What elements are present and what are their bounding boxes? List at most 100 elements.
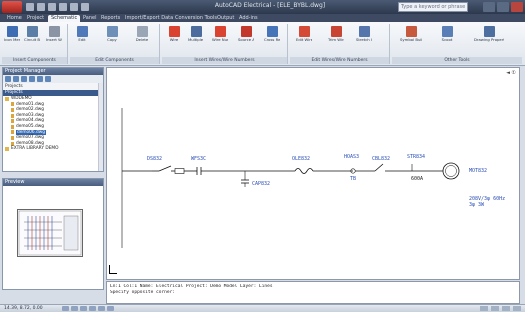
grid-toggle[interactable] bbox=[71, 306, 78, 311]
snap-toggle[interactable] bbox=[62, 306, 69, 311]
label-ct: STR834 bbox=[407, 154, 426, 160]
copy-icon bbox=[106, 26, 118, 37]
symbol-builder-button[interactable]: Symbol Builder bbox=[400, 26, 422, 54]
project-properties-icon[interactable] bbox=[37, 76, 43, 82]
panel-other-tools: Symbol Builder Scoot Drawing Properties … bbox=[392, 24, 522, 64]
coordinate-readout: 14.39, 8.72, 0.00 bbox=[4, 306, 43, 311]
close-button[interactable] bbox=[511, 2, 523, 12]
wire-icon bbox=[168, 26, 180, 37]
polar-toggle[interactable] bbox=[89, 306, 96, 311]
model-space-button[interactable] bbox=[480, 306, 488, 311]
tab-import-export[interactable]: Import/Export Data bbox=[122, 15, 176, 22]
tab-output[interactable]: Output bbox=[214, 15, 237, 22]
fuse-symbol bbox=[174, 168, 185, 174]
status-tray bbox=[480, 306, 521, 311]
window-title: AutoCAD Electrical - [ELE_BYBL.dwg] bbox=[214, 2, 326, 9]
quick-access-toolbar bbox=[26, 3, 89, 11]
delete-button[interactable]: Delete bbox=[134, 26, 150, 54]
project-manager-title[interactable]: Project Manager bbox=[3, 68, 103, 75]
wire-numbers-button[interactable]: Wire Numbers bbox=[212, 26, 228, 54]
project-manager-toolbar bbox=[3, 75, 103, 83]
wire-button[interactable]: Wire bbox=[166, 26, 182, 54]
new-drawing-icon[interactable] bbox=[21, 76, 27, 82]
ortho-toggle[interactable] bbox=[80, 306, 87, 311]
edit-wire-number-button[interactable]: Edit Wire Number bbox=[296, 26, 312, 54]
save-icon[interactable] bbox=[48, 3, 56, 11]
workspace-button[interactable] bbox=[513, 306, 521, 311]
label-overload: OLE832 bbox=[292, 156, 311, 162]
project-tree-scrollbar[interactable] bbox=[98, 83, 103, 171]
cross-ref-button[interactable]: Cross Ref bbox=[264, 26, 280, 54]
drawing-file-icon bbox=[11, 130, 14, 135]
stretch-wire-button[interactable]: Stretch Wire bbox=[356, 26, 372, 54]
annotation-scale-button[interactable] bbox=[502, 306, 510, 311]
tab-schematic[interactable]: Schematic bbox=[48, 15, 81, 22]
scoot-button[interactable]: Scoot bbox=[436, 26, 458, 54]
otrack-toggle[interactable] bbox=[107, 306, 114, 311]
search-input[interactable]: Type a keyword or phrase bbox=[398, 2, 468, 12]
ucs-x-axis bbox=[109, 273, 117, 274]
tab-project[interactable]: Project bbox=[24, 15, 47, 22]
source-arrow-button[interactable]: Source Arrow bbox=[238, 26, 254, 54]
insert-wires-button[interactable]: Insert Wires bbox=[46, 26, 62, 54]
open-project-icon[interactable] bbox=[5, 76, 11, 82]
panel-title-insert-wires[interactable]: Insert Wires/Wire Numbers bbox=[162, 57, 287, 64]
new-project-icon[interactable] bbox=[13, 76, 19, 82]
overload-symbol bbox=[294, 168, 314, 174]
ribbon-tabs: Home Project Schematic Panel Reports Imp… bbox=[0, 14, 525, 22]
edit-button[interactable]: Edit bbox=[74, 26, 90, 54]
label-ct-rating: 600A bbox=[411, 176, 424, 182]
multiple-bus-icon bbox=[190, 26, 202, 37]
preview-title[interactable]: Preview bbox=[3, 179, 103, 186]
drawing-canvas[interactable]: ◄ ① DS832 WFS3C CAP832 OLE832 HOAS3 TB C… bbox=[106, 67, 520, 280]
drawing-file-icon bbox=[11, 119, 14, 124]
tab-panel[interactable]: Panel bbox=[80, 15, 100, 22]
tab-home[interactable]: Home bbox=[4, 15, 25, 22]
new-icon[interactable] bbox=[26, 3, 34, 11]
panel-title-other-tools[interactable]: Other Tools bbox=[392, 57, 522, 64]
drawing-properties-button[interactable]: Drawing Properties bbox=[474, 26, 504, 54]
project-selector[interactable]: Projects bbox=[3, 83, 103, 90]
drawing-file-icon bbox=[11, 141, 14, 146]
refresh-icon[interactable] bbox=[29, 76, 35, 82]
delete-icon bbox=[136, 26, 148, 37]
application-menu-button[interactable] bbox=[2, 1, 22, 13]
tab-add-ins[interactable]: Add-ins bbox=[236, 15, 261, 22]
title-bar: AutoCAD Electrical - [ELE_BYBL.dwg] Type… bbox=[0, 0, 525, 14]
label-meter: HOAS3 bbox=[344, 154, 360, 160]
redo-icon[interactable] bbox=[70, 3, 78, 11]
osnap-toggle[interactable] bbox=[98, 306, 105, 311]
drawing-file-icon bbox=[11, 102, 14, 107]
panel-title-edit-wires[interactable]: Edit Wires/Wire Numbers bbox=[290, 57, 389, 64]
label-phase: 3φ 3W bbox=[469, 202, 485, 208]
panel-insert-wires: Wire Multiple Bus Wire Numbers Source Ar… bbox=[162, 24, 288, 64]
trim-wire-button[interactable]: Trim Wire bbox=[328, 26, 344, 54]
open-icon[interactable] bbox=[37, 3, 45, 11]
tab-reports[interactable]: Reports bbox=[98, 15, 123, 22]
panel-title-edit-components[interactable]: Edit Components bbox=[70, 57, 159, 64]
insert-wires-icon bbox=[48, 26, 60, 37]
multiple-bus-button[interactable]: Multiple Bus bbox=[188, 26, 204, 54]
maximize-button[interactable] bbox=[497, 2, 509, 12]
label-terminal: TB bbox=[350, 176, 357, 182]
copy-button[interactable]: Copy bbox=[104, 26, 120, 54]
drafting-toggles bbox=[62, 306, 114, 311]
label-breaker: CBL832 bbox=[372, 156, 391, 162]
layout-button[interactable] bbox=[491, 306, 499, 311]
drawing-file-icon bbox=[11, 124, 14, 129]
schematic-drawing bbox=[121, 108, 460, 248]
command-line[interactable]: Ln:1 Col:1 Name: Electrical Project: Dem… bbox=[106, 281, 520, 304]
plot-icon[interactable] bbox=[81, 3, 89, 11]
autocad-electrical-window: AutoCAD Electrical - [ELE_BYBL.dwg] Type… bbox=[0, 0, 525, 312]
tab-conversion-tools[interactable]: Conversion Tools bbox=[172, 15, 220, 22]
minimize-button[interactable] bbox=[483, 2, 495, 12]
tree-folder-item[interactable]: EXTRA LIBRARY DEMO bbox=[3, 146, 103, 152]
circuit-builder-button[interactable]: Circuit Builder bbox=[24, 26, 40, 54]
ucs-y-axis bbox=[109, 265, 110, 273]
undo-icon[interactable] bbox=[59, 3, 67, 11]
icon-menu-button[interactable]: Icon Menu bbox=[4, 26, 20, 54]
icon-menu-icon bbox=[6, 26, 18, 37]
scoot-icon bbox=[441, 26, 453, 37]
publish-icon[interactable] bbox=[45, 76, 51, 82]
panel-title-insert-components[interactable]: Insert Components bbox=[2, 57, 67, 64]
